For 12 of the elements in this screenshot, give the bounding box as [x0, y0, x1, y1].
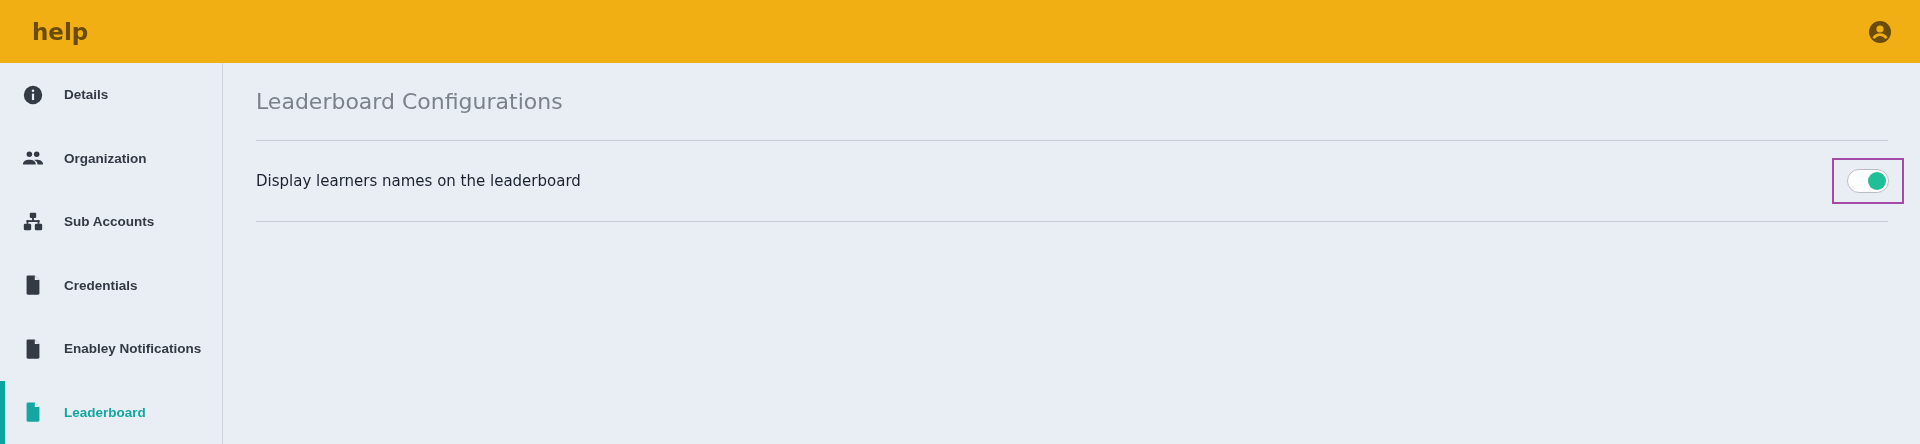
sidebar-item[interactable]: Sub Accounts: [0, 190, 222, 254]
user-account-icon[interactable]: [1868, 19, 1892, 44]
setting-label: Display learners names on the leaderboard: [256, 172, 581, 190]
sidebar-item[interactable]: Enabley Notifications: [0, 317, 222, 381]
app-title: help: [32, 18, 89, 45]
sidebar-item[interactable]: Credentials: [0, 253, 222, 317]
sitemap-icon: [22, 210, 44, 233]
toggle-switch[interactable]: [1847, 169, 1889, 193]
sidebar-item[interactable]: Details: [0, 63, 222, 127]
sidebar-item[interactable]: Organization: [0, 126, 222, 190]
page-title: Leaderboard Configurations: [256, 63, 1888, 141]
info-icon: [22, 83, 44, 106]
